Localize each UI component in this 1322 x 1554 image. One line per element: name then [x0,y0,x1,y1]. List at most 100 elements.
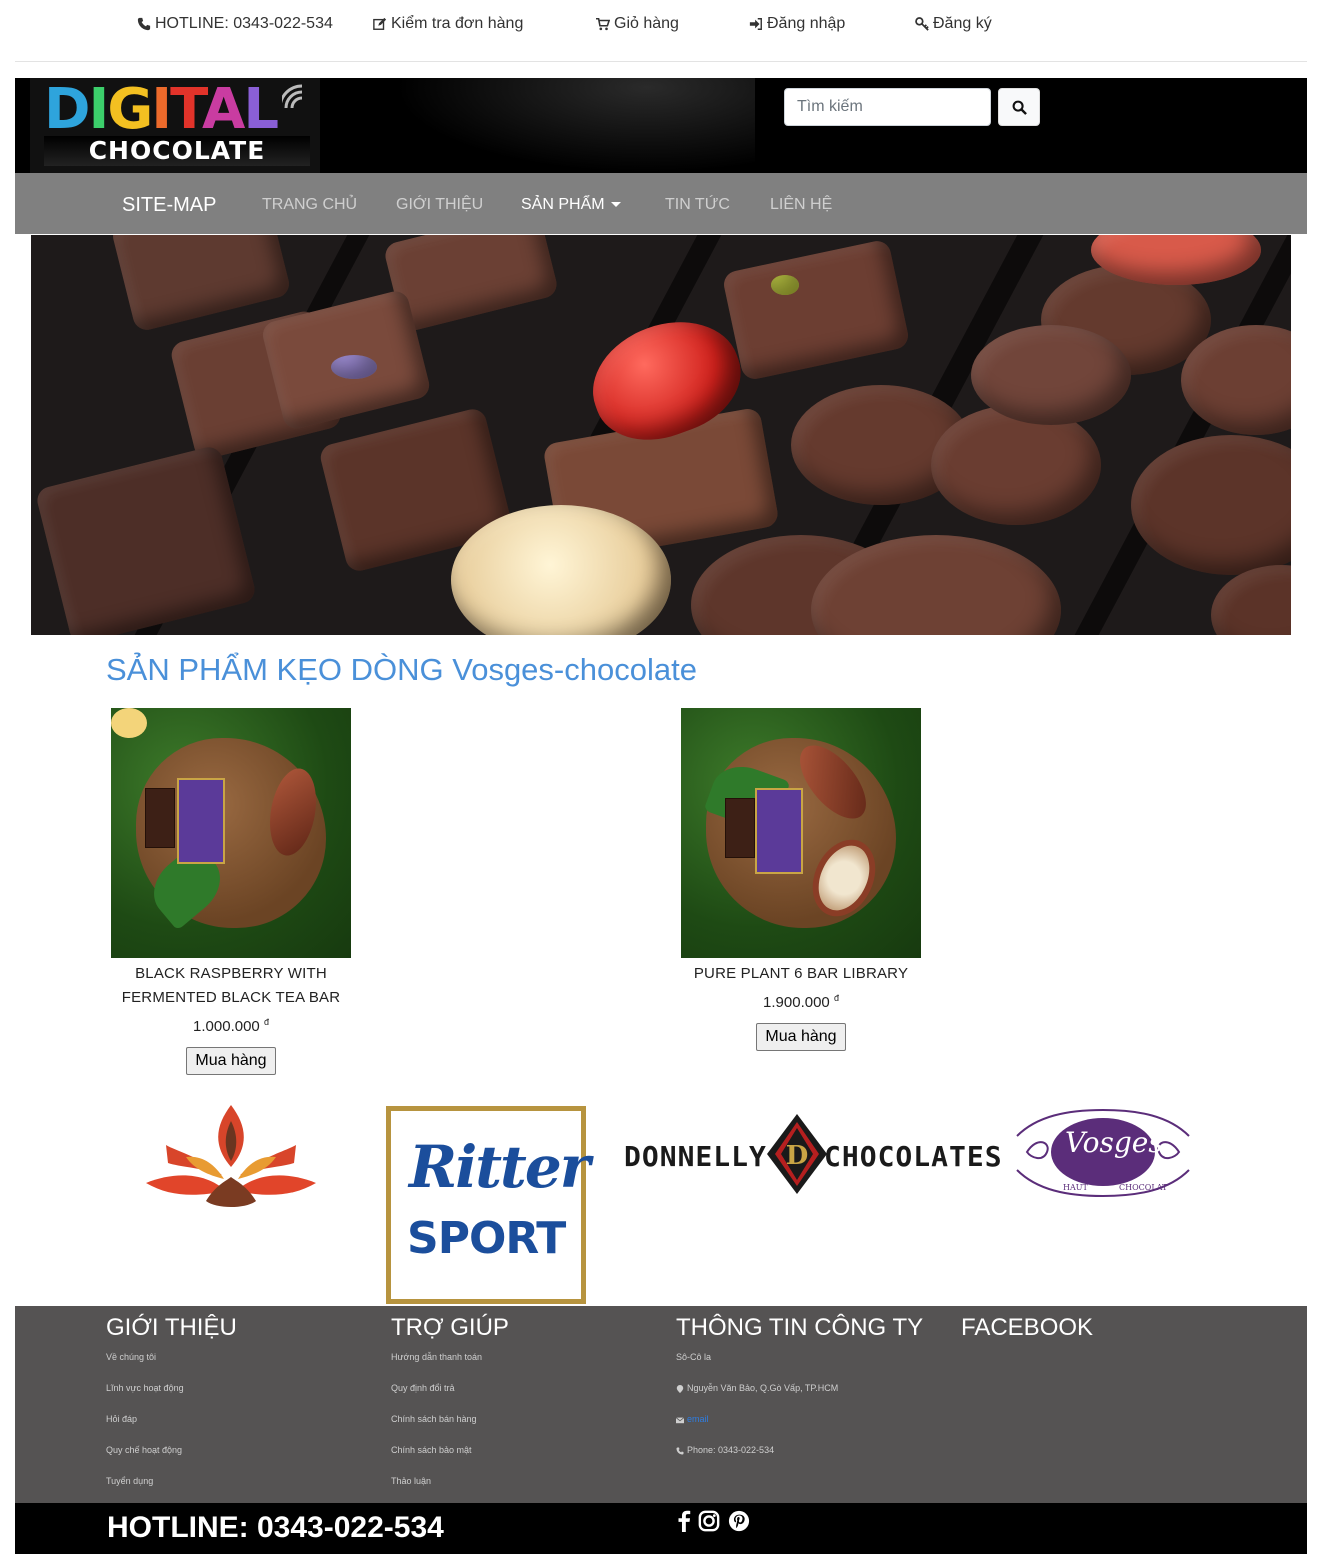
search-button[interactable] [998,88,1040,126]
nav-item-news[interactable]: TIN TỨC [665,196,730,214]
sport-wordmark: SPORT [407,1213,566,1264]
nav-item-products-label: SẢN PHẨM [521,196,605,213]
chocolate-round [931,405,1101,525]
site-header: DIGITAL CHOCOLATE [15,78,1307,173]
instagram-icon [698,1510,720,1532]
nav-item-contact[interactable]: LIÊN HỆ [770,196,832,214]
product-card: PURE PLANT 6 BAR LIBRARY 1.900.000 đ Mua… [678,708,924,1051]
buy-button[interactable]: Mua hàng [756,1023,846,1051]
violet-decoration [331,355,377,379]
company-name: Sô-Cô la [676,1352,712,1362]
facebook-icon [678,1510,691,1532]
chocolate-piece [34,444,258,635]
site-logo[interactable]: DIGITAL CHOCOLATE [30,78,320,173]
chocolate-piece [725,798,755,858]
chocolate-round [1131,435,1291,575]
hotline-link[interactable]: HOTLINE: 0343-022-534 [137,15,333,33]
footer-link[interactable]: Hỏi đáp [106,1404,237,1435]
cart-link[interactable]: Giỏ hàng [596,15,679,33]
price-value: 1.000.000 [193,1018,260,1035]
footer-link[interactable]: Quy chế hoạt động [106,1435,237,1466]
footer-hotline: HOTLINE: 0343-022-534 [107,1511,444,1544]
footer-col-company: THÔNG TIN CÔNG TY Sô-Cô la Nguyễn Văn Bả… [676,1314,923,1466]
donnelly-wordmark: DONNELLY [624,1140,767,1173]
logo-chocolate: CHOCOLATE [44,136,310,166]
footer-heading: FACEBOOK [961,1314,1094,1341]
footer-link[interactable]: Lĩnh vực hoạt động [106,1373,237,1404]
product-image[interactable] [681,708,921,958]
svg-text:D: D [786,1141,809,1171]
buy-button[interactable]: Mua hàng [186,1047,276,1075]
fruit [111,708,147,738]
search-icon [1012,100,1027,115]
footer-heading: THÔNG TIN CÔNG TY [676,1314,924,1341]
company-phone-text: Phone: 0343-022-534 [687,1445,775,1455]
check-order-label: Kiểm tra đơn hàng [391,15,524,32]
vosges-logo[interactable]: HAUT CHOCOLAT Vosges [1007,1106,1200,1198]
instagram-link[interactable] [697,1509,721,1533]
phone-icon [137,17,151,31]
footer-link[interactable]: Chính sách bán hàng [391,1404,509,1435]
footer-link[interactable]: Về chúng tôi [106,1342,237,1373]
section-title-brand: Vosges-chocolate [452,652,697,687]
register-label: Đăng ký [933,15,992,32]
facebook-link[interactable] [672,1509,696,1533]
lotus-logo-icon [146,1105,316,1207]
login-link[interactable]: Đăng nhập [749,15,845,33]
footer-heading: TRỢ GIÚP [391,1314,509,1341]
company-email[interactable]: email [676,1404,923,1435]
vosges-chocolat-label: CHOCOLAT [1119,1183,1168,1192]
footer-col-about: GIỚI THIỆU Về chúng tôi Lĩnh vực hoạt độ… [106,1314,237,1497]
section-title-prefix: SẢN PHẨM KẸO DÒNG [106,652,444,687]
nav-item-about[interactable]: GIỚI THIỆU [396,196,483,214]
chocolate-round [1211,565,1291,635]
nav-brand-sitemap[interactable]: SITE-MAP [122,194,216,217]
footer-link[interactable]: Quy định đổi trả [391,1373,509,1404]
price-value: 1.900.000 [763,994,830,1011]
chocolate-piece [145,788,175,848]
product-name[interactable]: BLACK RASPBERRY WITH FERMENTED BLACK TEA… [108,962,354,1010]
main-nav: SITE-MAP TRANG CHỦ GIỚI THIỆU SẢN PHẨM T… [15,173,1307,234]
price-currency: đ [263,1017,269,1027]
section-title: SẢN PHẨM KẸO DÒNG Vosges-chocolate [106,652,697,688]
ritter-wordmark: Ritter [409,1133,590,1201]
pinterest-link[interactable] [727,1509,751,1533]
footer-link[interactable]: Thảo luận [391,1466,509,1497]
cart-icon [596,17,610,31]
caret-down-icon [610,202,621,208]
bottom-bar: HOTLINE: 0343-022-534 [15,1503,1307,1554]
top-bar: HOTLINE: 0343-022-534 Kiểm tra đơn hàng … [0,0,1322,50]
search-input[interactable] [784,88,991,126]
product-image[interactable] [111,708,351,958]
product-name-line: BLACK RASPBERRY WITH [135,965,327,982]
product-name-line: PURE PLANT 6 BAR LIBRARY [693,965,909,982]
footer-col-help: TRỢ GIÚP Hướng dẫn thanh toán Quy định đ… [391,1314,509,1497]
login-label: Đăng nhập [767,15,846,32]
product-name[interactable]: PURE PLANT 6 BAR LIBRARY [678,962,924,986]
lotus-brand-logo[interactable] [146,1105,316,1209]
yellow-decoration [771,275,799,295]
register-link[interactable]: Đăng ký [915,15,992,33]
map-marker-icon [676,1384,684,1393]
top-divider [15,61,1307,62]
footer-heading: GIỚI THIỆU [106,1314,237,1341]
footer-link[interactable]: Chính sách bảo mật [391,1435,509,1466]
donnelly-chocolates-logo[interactable]: DONNELLY D CHOCOLATES [624,1108,1002,1200]
edit-icon [373,17,387,30]
wifi-waves-icon [282,84,303,109]
ritter-sport-logo[interactable]: Ritter SPORT [386,1106,590,1304]
chocolate-bar-pack [755,788,803,874]
nav-item-home[interactable]: TRANG CHỦ [262,196,357,214]
product-card: BLACK RASPBERRY WITH FERMENTED BLACK TEA… [108,708,354,1075]
donnelly-emblem-icon: D [767,1114,827,1194]
chocolate-piece [721,238,911,382]
hero-banner-image [31,235,1291,635]
check-order-link[interactable]: Kiểm tra đơn hàng [373,15,523,33]
pinterest-icon [728,1510,750,1532]
chocolate-piece [110,235,292,333]
footer-link[interactable]: Tuyển dụng [106,1466,237,1497]
product-name-line: FERMENTED BLACK TEA BAR [121,989,341,1006]
nav-item-products[interactable]: SẢN PHẨM [521,196,621,214]
site-footer: GIỚI THIỆU Về chúng tôi Lĩnh vực hoạt độ… [15,1306,1307,1503]
footer-link[interactable]: Hướng dẫn thanh toán [391,1342,509,1373]
